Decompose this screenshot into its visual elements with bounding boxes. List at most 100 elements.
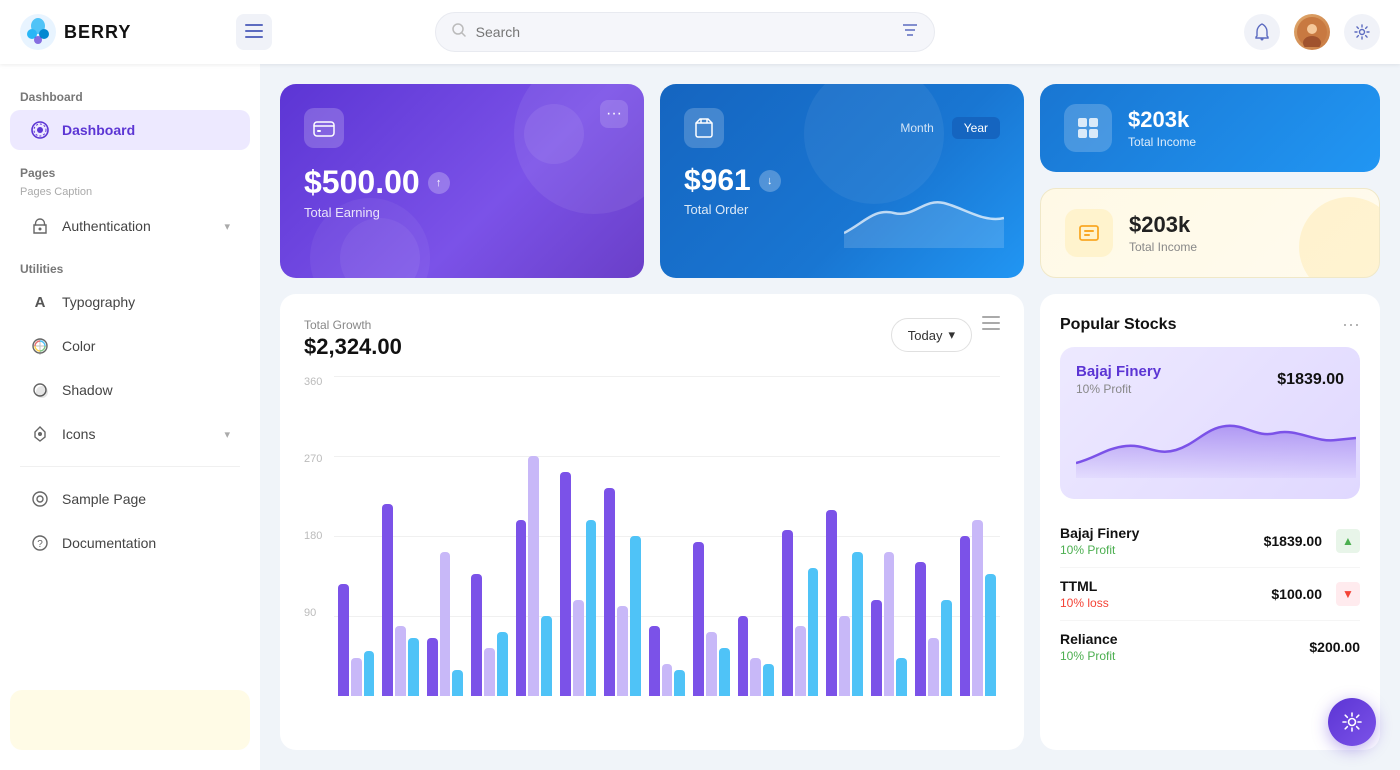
bar-purple-11 [826,510,837,696]
bar-group-7 [649,376,685,696]
stocks-more-button[interactable]: ··· [1342,314,1360,335]
cards-row: ··· $500.00 ↑ Total Earning M [280,84,1380,278]
sample-page-icon [30,489,50,509]
typography-icon: A [30,292,50,312]
stock-list-profit-1: 10% loss [1060,596,1109,610]
order-card: Month Year $961 ↓ Total Order [660,84,1024,278]
bar-light-11 [839,616,850,696]
y-label-360: 360 [304,376,322,388]
search-input[interactable] [476,24,892,40]
bar-purple-6 [604,488,615,696]
today-chevron-icon: ▾ [948,327,955,343]
stock-list-info-0: Bajaj Finery 10% Profit [1060,525,1139,557]
income-yellow-label: Total Income [1129,240,1197,254]
income-blue-icon [1064,104,1112,152]
stock-list-item-1: TTML 10% loss $100.00 ▼ [1060,568,1360,621]
month-tab[interactable]: Month [888,117,945,139]
svg-text:?: ? [37,539,43,550]
bar-purple-12 [871,600,882,696]
stock-chart-card: Bajaj Finery 10% Profit $1839.00 [1060,347,1360,499]
sidebar-item-documentation[interactable]: ? Documentation [10,523,250,563]
stock-list-item-2: Reliance 10% Profit $200.00 [1060,621,1360,673]
y-label-90: 90 [304,607,322,619]
stock-list-profit-2: 10% Profit [1060,649,1118,663]
bar-light-6 [617,606,628,696]
bar-group-14 [960,376,996,696]
main-content: ··· $500.00 ↑ Total Earning M [260,64,1400,770]
dashboard-icon [30,120,50,140]
bar-blue-12 [896,658,907,696]
sidebar-item-color-label: Color [62,338,95,354]
sidebar-bottom-widget [10,690,250,750]
income-blue-label: Total Income [1128,135,1196,149]
sidebar-item-authentication[interactable]: Authentication ▾ [10,206,250,246]
bar-blue-5 [586,520,597,696]
y-label-180: 180 [304,530,322,542]
stock-featured-price: $1839.00 [1277,371,1344,389]
bar-group-0 [338,376,374,696]
order-arrow-icon: ↓ [759,170,781,192]
sidebar-item-shadow-label: Shadow [62,382,113,398]
menu-button[interactable] [236,14,272,50]
fab-button[interactable] [1328,698,1376,746]
bar-purple-5 [560,472,571,696]
earning-more-button[interactable]: ··· [600,100,628,128]
stock-list-price-1: $100.00 [1271,586,1322,602]
sidebar-item-dashboard[interactable]: Dashboard [10,110,250,150]
y-label-270: 270 [304,453,322,465]
today-button[interactable]: Today ▾ [891,318,972,352]
sidebar-item-sample-page[interactable]: Sample Page [10,479,250,519]
bar-light-5 [573,600,584,696]
income-yellow-amount: $203k [1129,212,1197,238]
bar-blue-3 [497,632,508,696]
stock-list-info-1: TTML 10% loss [1060,578,1109,610]
year-tab[interactable]: Year [952,117,1000,139]
main-layout: Dashboard Dashboard Pages Pages Caption … [0,64,1400,770]
income-blue-amount: $203k [1128,107,1196,133]
sidebar-item-color[interactable]: Color [10,326,250,366]
bar-blue-0 [364,651,375,696]
bar-group-11 [826,376,862,696]
bar-purple-2 [427,638,438,696]
sidebar-item-documentation-label: Documentation [62,535,156,551]
main-chart: Total Growth $2,324.00 Today ▾ [280,294,1024,750]
stock-list-name-2: Reliance [1060,631,1118,647]
stock-list: Bajaj Finery 10% Profit $1839.00 ▲ TTML … [1060,515,1360,673]
earning-label: Total Earning [304,205,620,220]
earning-arrow-icon: ↑ [428,172,450,194]
user-avatar[interactable] [1294,14,1330,50]
chart-title: Total Growth [304,318,402,332]
bar-group-3 [471,376,507,696]
chart-menu-button[interactable] [982,314,1000,335]
chart-y-labels: 360 270 180 90 0 [304,376,322,696]
sidebar-item-shadow[interactable]: Shadow [10,370,250,410]
sidebar-subsection-pages: Pages Caption [0,184,260,204]
bars-container [334,376,1000,696]
bar-light-1 [395,626,406,696]
bar-light-8 [706,632,717,696]
bar-purple-8 [693,542,704,696]
shadow-icon [30,380,50,400]
search-icon [452,23,466,42]
bar-purple-14 [960,536,971,696]
stock-list-profit-0: 10% Profit [1060,543,1139,557]
stock-list-item-0: Bajaj Finery 10% Profit $1839.00 ▲ [1060,515,1360,568]
sidebar-item-typography[interactable]: A Typography [10,282,250,322]
sidebar-item-sample-page-label: Sample Page [62,491,146,507]
bar-blue-1 [408,638,419,696]
notification-button[interactable] [1244,14,1280,50]
bar-purple-10 [782,530,793,696]
filter-icon[interactable] [902,23,918,42]
bar-blue-4 [541,616,552,696]
logo-area: BERRY [20,14,220,50]
stock-featured-name-area: Bajaj Finery 10% Profit [1076,363,1161,396]
bar-group-12 [871,376,907,696]
authentication-chevron-icon: ▾ [224,220,230,233]
bar-group-9 [738,376,774,696]
sidebar-section-utilities: Utilities [0,256,260,280]
settings-button[interactable] [1344,14,1380,50]
logo-icon [20,14,56,50]
sidebar-item-icons[interactable]: Icons ▾ [10,414,250,454]
order-top: Month Year [684,108,1000,148]
menu-icon [245,24,263,41]
